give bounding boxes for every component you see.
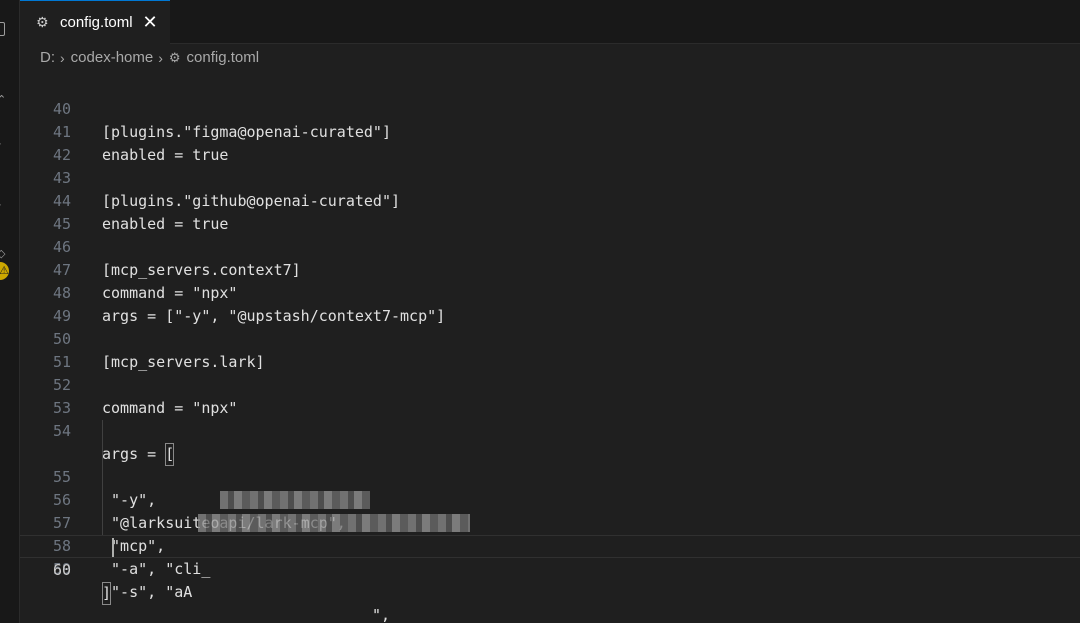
- code-line[interactable]: 45: [20, 190, 1080, 233]
- breadcrumb-folder[interactable]: codex-home: [71, 49, 154, 66]
- code-line[interactable]: 51: [20, 328, 1080, 371]
- code-line[interactable]: 56 "@larksuiteoapi/lark-mcp",: [20, 443, 1080, 532]
- tab-label: config.toml: [60, 14, 133, 31]
- tab-bar: ⚙ config.toml ✕: [20, 0, 1080, 44]
- extensions-icon[interactable]: ◇: [0, 248, 8, 260]
- code-line[interactable]: 57 "mcp",: [20, 466, 1080, 555]
- code-line[interactable]: 54 args = [: [20, 397, 1080, 466]
- code-line[interactable]: 48 args = ["-y", "@upstash/context7-mcp"…: [20, 259, 1080, 325]
- code-line[interactable]: 50 [mcp_servers.lark]: [20, 305, 1080, 371]
- line-text: ]: [102, 582, 112, 605]
- gear-icon: ⚙: [168, 49, 181, 65]
- code-line[interactable]: 58 "-a", "cli_ ",: [20, 489, 1080, 623]
- code-line[interactable]: 43 [plugins."github@openai-curated"]: [20, 144, 1080, 210]
- chevron-right-icon: ›: [158, 49, 163, 66]
- code-line[interactable]: 44 enabled = true: [20, 167, 1080, 233]
- line-number: 60: [52, 561, 71, 579]
- code-line[interactable]: 46 [mcp_servers.context7]: [20, 213, 1080, 279]
- code-line[interactable]: 55 "-y",: [20, 420, 1080, 509]
- code-line[interactable]: 49: [20, 282, 1080, 325]
- tab-config-toml[interactable]: ⚙ config.toml ✕: [20, 0, 170, 44]
- activity-bar: ⌃ › › ◇ ⚠: [0, 0, 20, 623]
- close-icon[interactable]: ✕: [143, 13, 158, 32]
- line-text: "-s", "aA: [102, 583, 193, 601]
- code-editor[interactable]: 40 [plugins."figma@openai-curated"] 41 e…: [20, 71, 1080, 623]
- code-line-current[interactable]: 60 ]: [20, 535, 1080, 605]
- indent-guide: [102, 443, 103, 466]
- code-line[interactable]: 59 "-s", "aA m": [20, 512, 1080, 601]
- search-icon[interactable]: ⌃: [0, 94, 8, 106]
- source-control-icon[interactable]: ›: [0, 138, 8, 150]
- run-debug-icon[interactable]: ›: [0, 199, 8, 211]
- line-text: "-a", "cli_: [102, 560, 211, 578]
- indent-guide: [102, 512, 103, 535]
- code-line[interactable]: 47 command = "npx": [20, 236, 1080, 302]
- code-line[interactable]: 53: [20, 374, 1080, 417]
- vscode-window: ⌃ › › ◇ ⚠ ⚙ config.toml ✕ D: › codex-hom…: [0, 0, 1080, 623]
- code-line[interactable]: 42: [20, 121, 1080, 164]
- redacted-secret: [220, 491, 370, 509]
- code-line[interactable]: 41 enabled = true: [20, 98, 1080, 164]
- breadcrumb-file[interactable]: config.toml: [187, 49, 260, 66]
- matched-bracket: ]: [102, 582, 112, 605]
- line-text-tail: ",: [372, 606, 391, 623]
- gear-icon: ⚙: [36, 14, 49, 31]
- indent-guide: [102, 420, 103, 443]
- chevron-right-icon: ›: [60, 49, 65, 66]
- warning-icon[interactable]: ⚠: [0, 262, 9, 280]
- code-line[interactable]: 52 command = "npx": [20, 351, 1080, 417]
- explorer-icon[interactable]: [0, 22, 5, 36]
- code-line[interactable]: 40 [plugins."figma@openai-curated"]: [20, 75, 1080, 141]
- text-cursor: [112, 538, 114, 557]
- breadcrumb: D: › codex-home › ⚙ config.toml: [20, 44, 1080, 71]
- indent-guide: [102, 489, 103, 512]
- redacted-secret: [198, 514, 470, 532]
- breadcrumb-drive[interactable]: D:: [40, 49, 55, 66]
- indent-guide: [102, 466, 103, 489]
